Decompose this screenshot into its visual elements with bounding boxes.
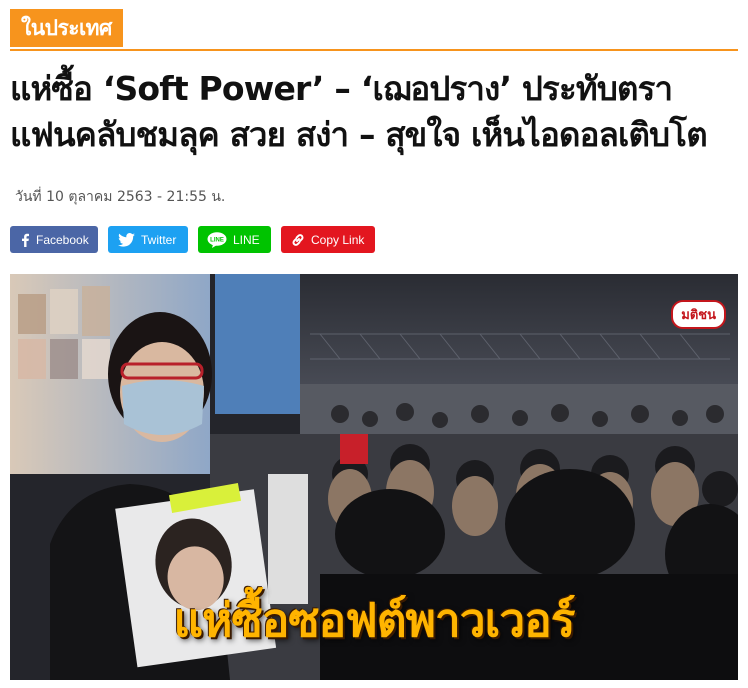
share-twitter-button[interactable]: Twitter [108,226,188,253]
article-title: แห่ซื้อ ‘Soft Power’ – ‘เฌอปราง’ ประทับต… [10,69,708,154]
twitter-icon [118,232,135,247]
share-facebook-button[interactable]: Facebook [10,226,98,253]
copy-link-button[interactable]: Copy Link [281,226,375,253]
link-icon [291,233,305,247]
category-tag[interactable]: ในประเทศ [10,9,123,47]
article-photo: มติชน แห่ซื้อซอฟต์พาวเวอร์ [10,274,738,680]
category-bar: ในประเทศ [10,9,738,51]
facebook-icon [20,233,30,247]
watermark-logo: มติชน [671,300,726,329]
photo-overlay-caption: แห่ซื้อซอฟต์พาวเวอร์ [173,593,576,647]
share-facebook-label: Facebook [36,232,89,247]
share-line-label: LINE [233,232,260,247]
line-icon: LINE [207,231,227,248]
share-twitter-label: Twitter [141,232,177,247]
article-date: วันที่ 10 ตุลาคม 2563 - 21:55 น. [15,189,226,205]
share-line-button[interactable]: LINE LINE [198,226,271,253]
svg-text:LINE: LINE [210,237,224,243]
copy-link-label: Copy Link [311,232,365,247]
